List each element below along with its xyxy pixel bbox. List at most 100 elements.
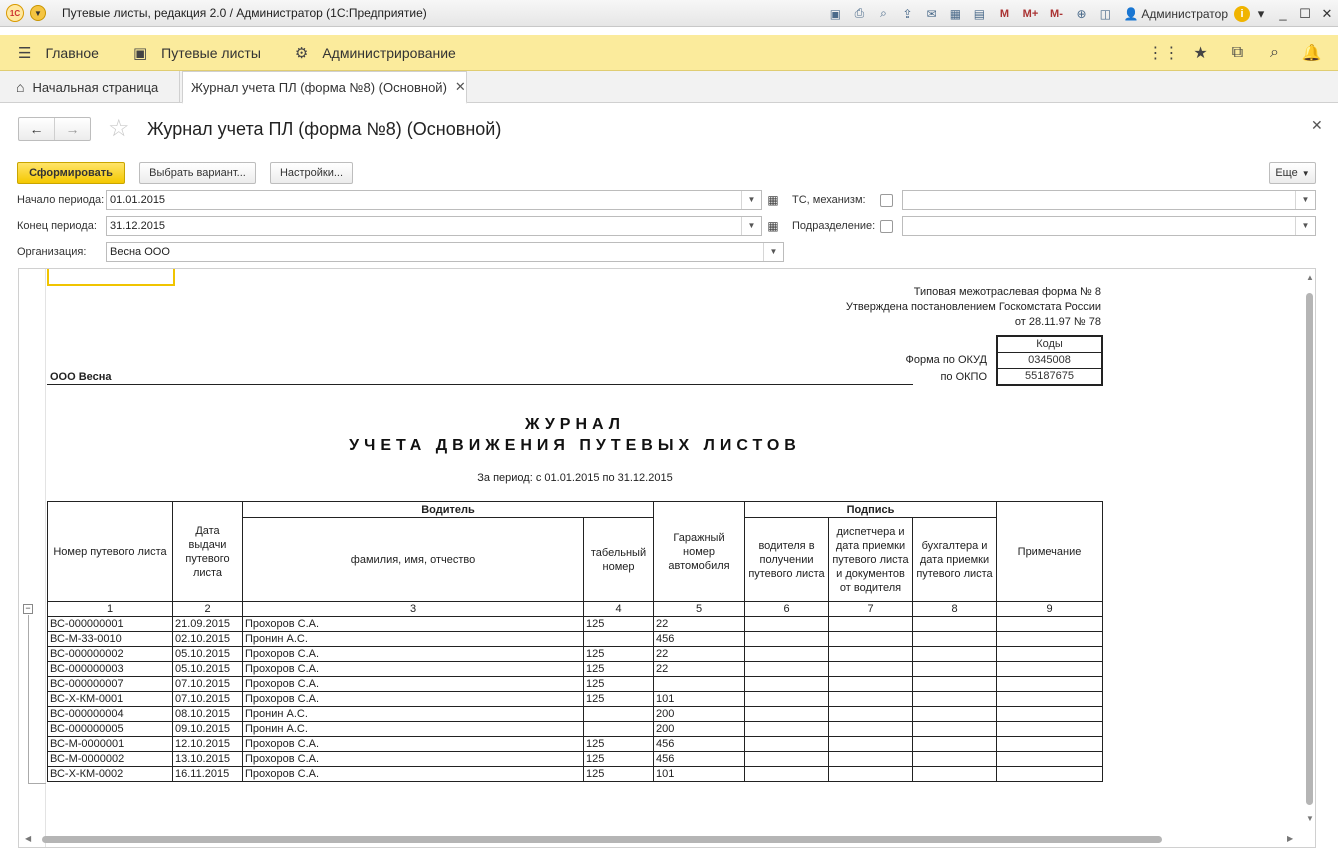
main-menu-button[interactable]: ▼ <box>30 5 46 21</box>
search-icon[interactable]: ⌕ <box>1256 44 1293 62</box>
table-cell[interactable]: Пронин А.С. <box>242 631 584 647</box>
table-row[interactable]: ВС-Х-КМ-0001 07.10.2015 Прохоров С.А. 125 10… <box>47 691 1103 707</box>
table-row[interactable]: ВС-000000005 09.10.2015 Пронин А.С. 200 <box>47 721 1103 737</box>
table-cell[interactable] <box>828 676 913 692</box>
table-cell[interactable]: 101 <box>653 766 745 782</box>
table-cell[interactable] <box>828 616 913 632</box>
table-cell[interactable]: 22 <box>653 616 745 632</box>
table-cell[interactable] <box>912 736 997 752</box>
section-waybills[interactable]: ▣ Путевые листы <box>115 35 277 71</box>
apps-grid-icon[interactable]: ⋮⋮ <box>1145 43 1182 63</box>
table-cell[interactable]: ВС-000000002 <box>47 646 173 662</box>
table-cell[interactable] <box>744 616 829 632</box>
table-cell[interactable] <box>912 721 997 737</box>
table-cell[interactable] <box>996 676 1103 692</box>
tab-home[interactable]: ⌂ Начальная страница <box>0 71 180 103</box>
form-close-icon[interactable]: ✕ <box>1311 117 1323 134</box>
table-cell[interactable]: 125 <box>583 616 654 632</box>
table-cell[interactable]: Прохоров С.А. <box>242 616 584 632</box>
calendar-icon[interactable]: ▦ <box>763 216 783 236</box>
scroll-down-icon[interactable]: ▼ <box>1306 814 1314 823</box>
tab-close-icon[interactable]: ✕ <box>455 79 466 95</box>
period-end-field[interactable]: 31.12.2015 ▼ ▦ <box>106 216 779 236</box>
table-row[interactable]: ВС-000000001 21.09.2015 Прохоров С.А. 125 22 <box>47 616 1103 632</box>
table-cell[interactable]: 09.10.2015 <box>172 721 243 737</box>
table-cell[interactable]: Прохоров С.А. <box>242 736 584 752</box>
info-icon[interactable]: i <box>1234 5 1250 22</box>
table-cell[interactable] <box>828 766 913 782</box>
calculator-icon[interactable]: ▦ <box>945 5 965 23</box>
table-cell[interactable] <box>912 766 997 782</box>
table-cell[interactable]: 125 <box>583 661 654 677</box>
table-cell[interactable]: Прохоров С.А. <box>242 751 584 767</box>
table-cell[interactable] <box>828 691 913 707</box>
table-cell[interactable]: ВС-000000007 <box>47 676 173 692</box>
notifications-bell-icon[interactable]: 🔔 <box>1293 43 1330 63</box>
table-cell[interactable]: 05.10.2015 <box>172 661 243 677</box>
calendar-icon[interactable]: ▦ <box>763 190 783 210</box>
table-cell[interactable]: ВС-М-0000002 <box>47 751 173 767</box>
table-cell[interactable] <box>583 706 654 722</box>
settings-button[interactable]: Настройки... <box>270 162 353 184</box>
table-cell[interactable]: 125 <box>583 646 654 662</box>
vehicle-field[interactable]: ▼ <box>902 190 1316 210</box>
table-cell[interactable] <box>996 661 1103 677</box>
table-cell[interactable] <box>744 661 829 677</box>
table-cell[interactable]: 13.10.2015 <box>172 751 243 767</box>
table-cell[interactable]: Прохоров С.А. <box>242 646 584 662</box>
table-cell[interactable]: 07.10.2015 <box>172 676 243 692</box>
memory-minus-button[interactable]: M- <box>1045 5 1067 23</box>
history-icon[interactable]: ⧉ <box>1219 44 1256 62</box>
table-cell[interactable]: Пронин А.С. <box>242 721 584 737</box>
scroll-right-icon[interactable]: ▶ <box>1287 834 1293 843</box>
minimize-button[interactable]: _ <box>1272 5 1294 23</box>
table-cell[interactable] <box>828 631 913 647</box>
report-spreadsheet[interactable]: Типовая межотраслевая форма № 8 Утвержде… <box>18 268 1316 848</box>
table-cell[interactable] <box>744 766 829 782</box>
save-icon[interactable]: ▣ <box>825 5 845 23</box>
chevron-down-icon[interactable]: ▼ <box>763 243 783 261</box>
table-cell[interactable]: 456 <box>653 736 745 752</box>
table-cell[interactable]: 125 <box>583 751 654 767</box>
collapse-group-icon[interactable]: − <box>23 604 33 614</box>
table-cell[interactable]: 08.10.2015 <box>172 706 243 722</box>
selected-cell[interactable] <box>47 269 175 286</box>
chevron-down-icon[interactable]: ▼ <box>1295 191 1315 209</box>
generate-button[interactable]: Сформировать <box>17 162 125 184</box>
table-cell[interactable] <box>744 736 829 752</box>
table-cell[interactable] <box>912 631 997 647</box>
dropdown-icon[interactable]: ▾ <box>1250 5 1272 23</box>
department-checkbox[interactable] <box>880 220 893 233</box>
table-cell[interactable]: 456 <box>653 631 745 647</box>
table-row[interactable]: ВС-М-0000002 13.10.2015 Прохоров С.А. 125 45… <box>47 751 1103 767</box>
print-icon[interactable]: ⎙ <box>849 5 869 23</box>
table-cell[interactable]: Прохоров С.А. <box>242 766 584 782</box>
section-admin[interactable]: ⚙ Администрирование <box>277 35 472 71</box>
table-cell[interactable]: ВС-000000005 <box>47 721 173 737</box>
panel-icon[interactable]: ◫ <box>1095 5 1115 23</box>
table-cell[interactable] <box>583 721 654 737</box>
table-cell[interactable]: 456 <box>653 751 745 767</box>
table-cell[interactable] <box>828 736 913 752</box>
table-cell[interactable] <box>653 676 745 692</box>
table-cell[interactable] <box>996 646 1103 662</box>
table-cell[interactable] <box>583 631 654 647</box>
table-row[interactable]: ВС-000000003 05.10.2015 Прохоров С.А. 125 22 <box>47 661 1103 677</box>
table-cell[interactable]: 200 <box>653 706 745 722</box>
period-start-field[interactable]: 01.01.2015 ▼ ▦ <box>106 190 779 210</box>
horizontal-scroll-thumb[interactable] <box>42 836 1162 843</box>
table-cell[interactable] <box>912 676 997 692</box>
table-cell[interactable] <box>996 616 1103 632</box>
scroll-up-icon[interactable]: ▲ <box>1306 273 1314 282</box>
table-cell[interactable]: ВС-000000001 <box>47 616 173 632</box>
table-row[interactable]: ВС-М-0000001 12.10.2015 Прохоров С.А. 125 45… <box>47 736 1103 752</box>
table-cell[interactable]: ВС-000000003 <box>47 661 173 677</box>
table-cell[interactable] <box>996 691 1103 707</box>
table-cell[interactable] <box>744 721 829 737</box>
table-cell[interactable]: 125 <box>583 676 654 692</box>
table-cell[interactable] <box>996 721 1103 737</box>
table-cell[interactable] <box>744 676 829 692</box>
table-cell[interactable] <box>744 646 829 662</box>
vertical-scroll-thumb[interactable] <box>1306 293 1313 805</box>
table-row[interactable]: ВС-М-33-0010 02.10.2015 Пронин А.С. 456 <box>47 631 1103 647</box>
